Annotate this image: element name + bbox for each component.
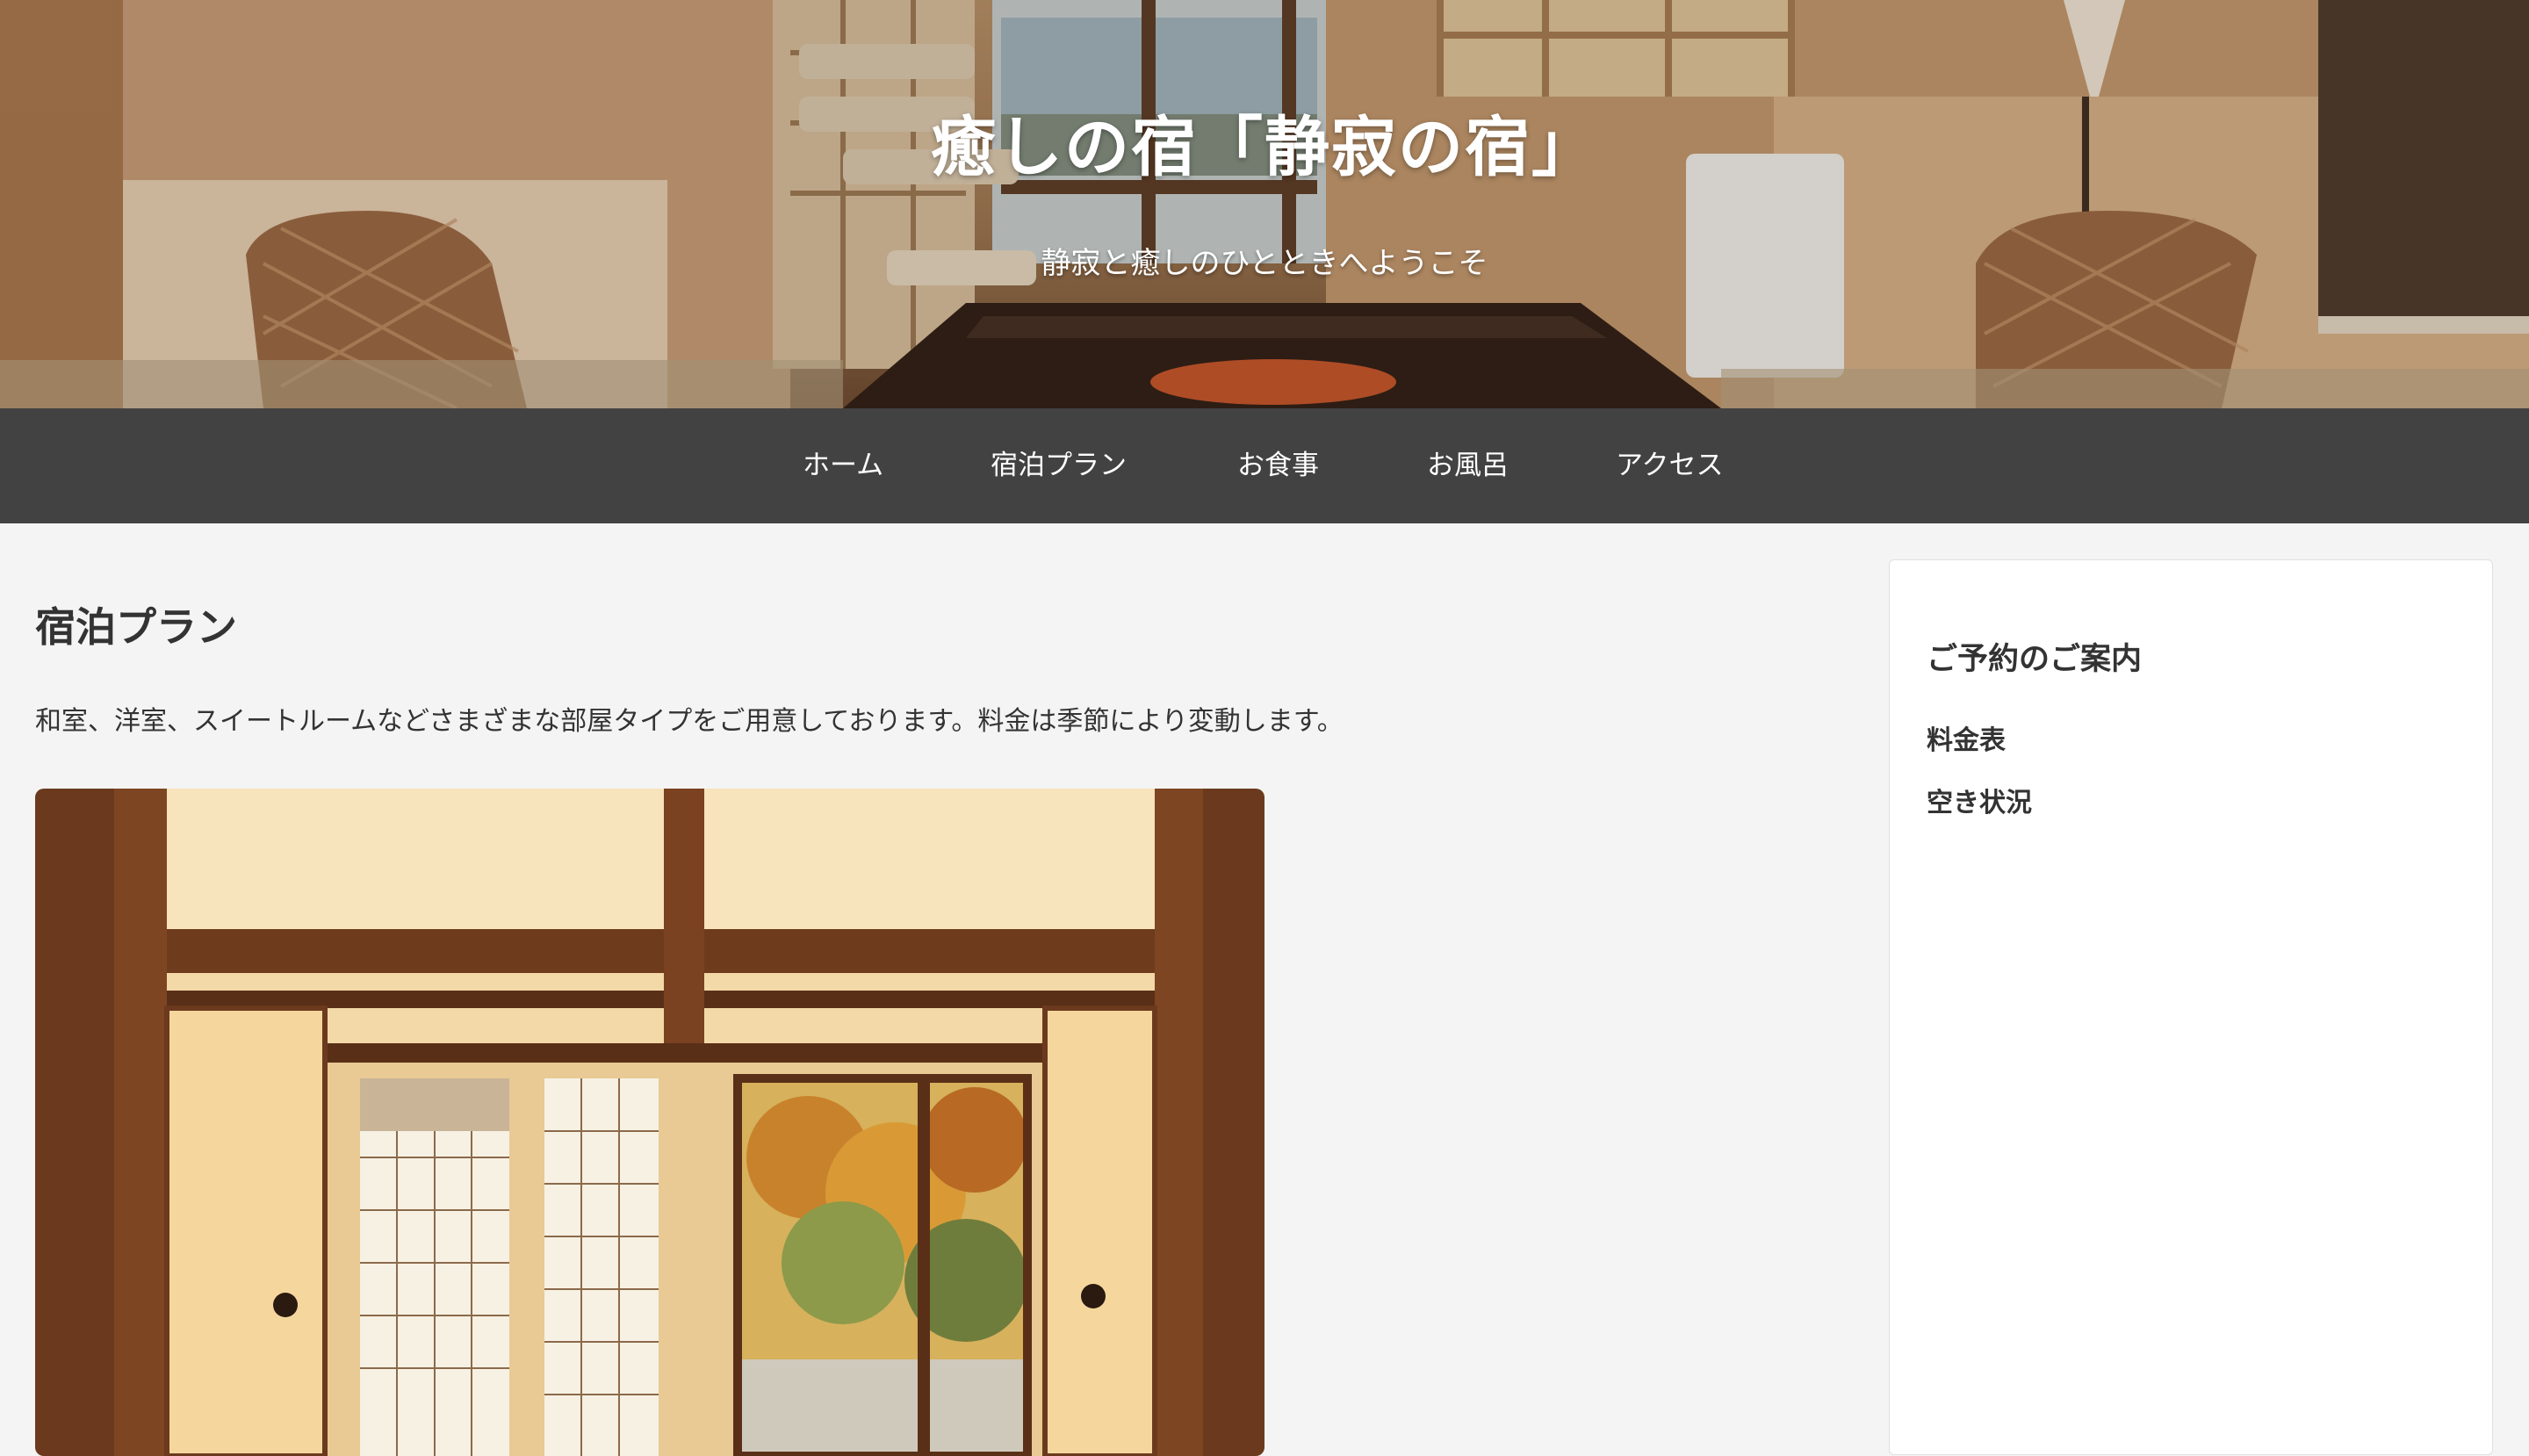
hero-overlay — [0, 0, 2529, 408]
tatami-room-image — [35, 789, 1264, 1456]
nav-item-home[interactable]: ホーム — [803, 408, 883, 523]
sidebar-heading: ご予約のご案内 — [1927, 642, 2143, 677]
plan-description: 和室、洋室、スイートルームなどさまざまな部屋タイプをご用意しております。料金は季… — [35, 706, 1344, 737]
sidebar-link-price-list[interactable]: 料金表 — [1927, 718, 2006, 757]
page-title: 宿泊プラン — [35, 603, 237, 651]
site-header: 癒しの宿「静寂の宿」 静寂と癒しのひとときへようこそ — [0, 0, 2529, 408]
room-photo — [35, 789, 1264, 1456]
nav-item-meals[interactable]: お食事 — [1237, 408, 1319, 523]
main-nav: ホーム 宿泊プラン お食事 お風呂 アクセス — [0, 408, 2529, 523]
site-title[interactable]: 癒しの宿「静寂の宿」 — [0, 95, 2529, 189]
nav-item-access[interactable]: アクセス — [1616, 408, 1723, 523]
sidebar-reservation-widget: ご予約のご案内 料金表 空き状況 — [1889, 559, 2493, 1455]
site-tagline: 静寂と癒しのひとときへようこそ — [1041, 246, 1488, 281]
nav-item-bath[interactable]: お風呂 — [1427, 408, 1509, 523]
sidebar-link-availability[interactable]: 空き状況 — [1927, 781, 2032, 819]
nav-item-plans[interactable]: 宿泊プラン — [991, 408, 1127, 523]
